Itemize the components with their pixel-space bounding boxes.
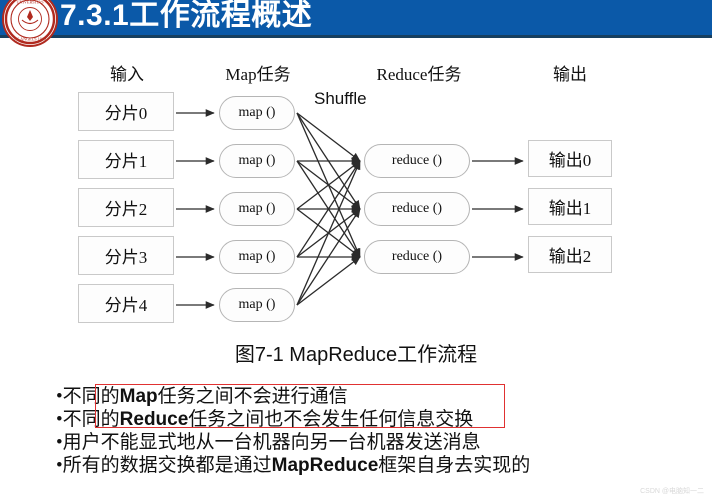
map-task-oval: map () bbox=[219, 144, 295, 178]
shuffle-label: Shuffle bbox=[314, 89, 367, 108]
input-split-box: 分片1 bbox=[78, 140, 174, 179]
input-split-box: 分片4 bbox=[78, 284, 174, 323]
figure-caption: 图7-1 MapReduce工作流程 bbox=[234, 344, 478, 366]
bullet-text-bold: Reduce bbox=[119, 409, 189, 430]
map-task-oval: map () bbox=[219, 288, 295, 322]
mapreduce-workflow-diagram: 输入 Map任务 Reduce任务 输出 Shuffle 分片0 分片1 分片2… bbox=[0, 38, 712, 338]
page-title: 7.3.1工作流程概述 bbox=[60, 0, 313, 32]
column-header-output: 输出 bbox=[553, 65, 587, 84]
map-task-oval: map () bbox=[219, 240, 295, 274]
column-header-input: 输入 bbox=[110, 65, 144, 84]
bullet-text-suffix: 任务之间也不会发生任何信息交换 bbox=[188, 409, 474, 430]
output-box: 输出1 bbox=[528, 188, 612, 225]
bullet-item: •不同的Reduce任务之间也不会发生任何信息交换 bbox=[56, 408, 676, 431]
column-header-map-task: Map任务 bbox=[225, 65, 291, 84]
slide-root: UNIVERSITAS AS ANGELS 1919 7.3.1工作流程概述 输… bbox=[0, 0, 712, 500]
map-task-oval: map () bbox=[219, 192, 295, 226]
slide-header-bar: UNIVERSITAS AS ANGELS 1919 7.3.1工作流程概述 bbox=[0, 0, 712, 47]
bullet-text-suffix: 任务之间不会进行通信 bbox=[157, 386, 348, 407]
bullet-text-prefix: •不同的 bbox=[56, 409, 120, 430]
bullet-item: •不同的Map任务之间不会进行通信 bbox=[56, 385, 676, 408]
input-split-box: 分片0 bbox=[78, 92, 174, 131]
input-split-box: 分片3 bbox=[78, 236, 174, 275]
bullet-text-bold: Map bbox=[119, 386, 158, 407]
input-split-box: 分片2 bbox=[78, 188, 174, 227]
reduce-task-oval: reduce () bbox=[364, 240, 470, 274]
bullet-item: •所有的数据交换都是通过MapReduce框架自身去实现的 bbox=[56, 454, 676, 477]
output-box: 输出0 bbox=[528, 140, 612, 177]
map-task-oval: map () bbox=[219, 96, 295, 130]
watermark-text: CSDN @电脑知一二 bbox=[640, 488, 704, 495]
svg-text:UNIVERSITAS: UNIVERSITAS bbox=[16, 0, 44, 5]
bullet-text-prefix: •用户不能显式地从一台机器向另一台机器发送消息 bbox=[56, 432, 481, 453]
column-header-reduce-task: Reduce任务 bbox=[376, 65, 462, 84]
bullet-item: •用户不能显式地从一台机器向另一台机器发送消息 bbox=[56, 431, 676, 454]
reduce-task-oval: reduce () bbox=[364, 144, 470, 178]
reduce-task-oval: reduce () bbox=[364, 192, 470, 226]
bullet-text-prefix: •不同的 bbox=[56, 386, 120, 407]
bullet-text-prefix: •所有的数据交换都是通过 bbox=[56, 455, 272, 476]
output-box: 输出2 bbox=[528, 236, 612, 273]
bullet-text-suffix: 框架自身去实现的 bbox=[378, 455, 531, 476]
bullet-list: •不同的Map任务之间不会进行通信 •不同的Reduce任务之间也不会发生任何信… bbox=[56, 385, 676, 477]
bullet-text-bold: MapReduce bbox=[271, 455, 379, 476]
